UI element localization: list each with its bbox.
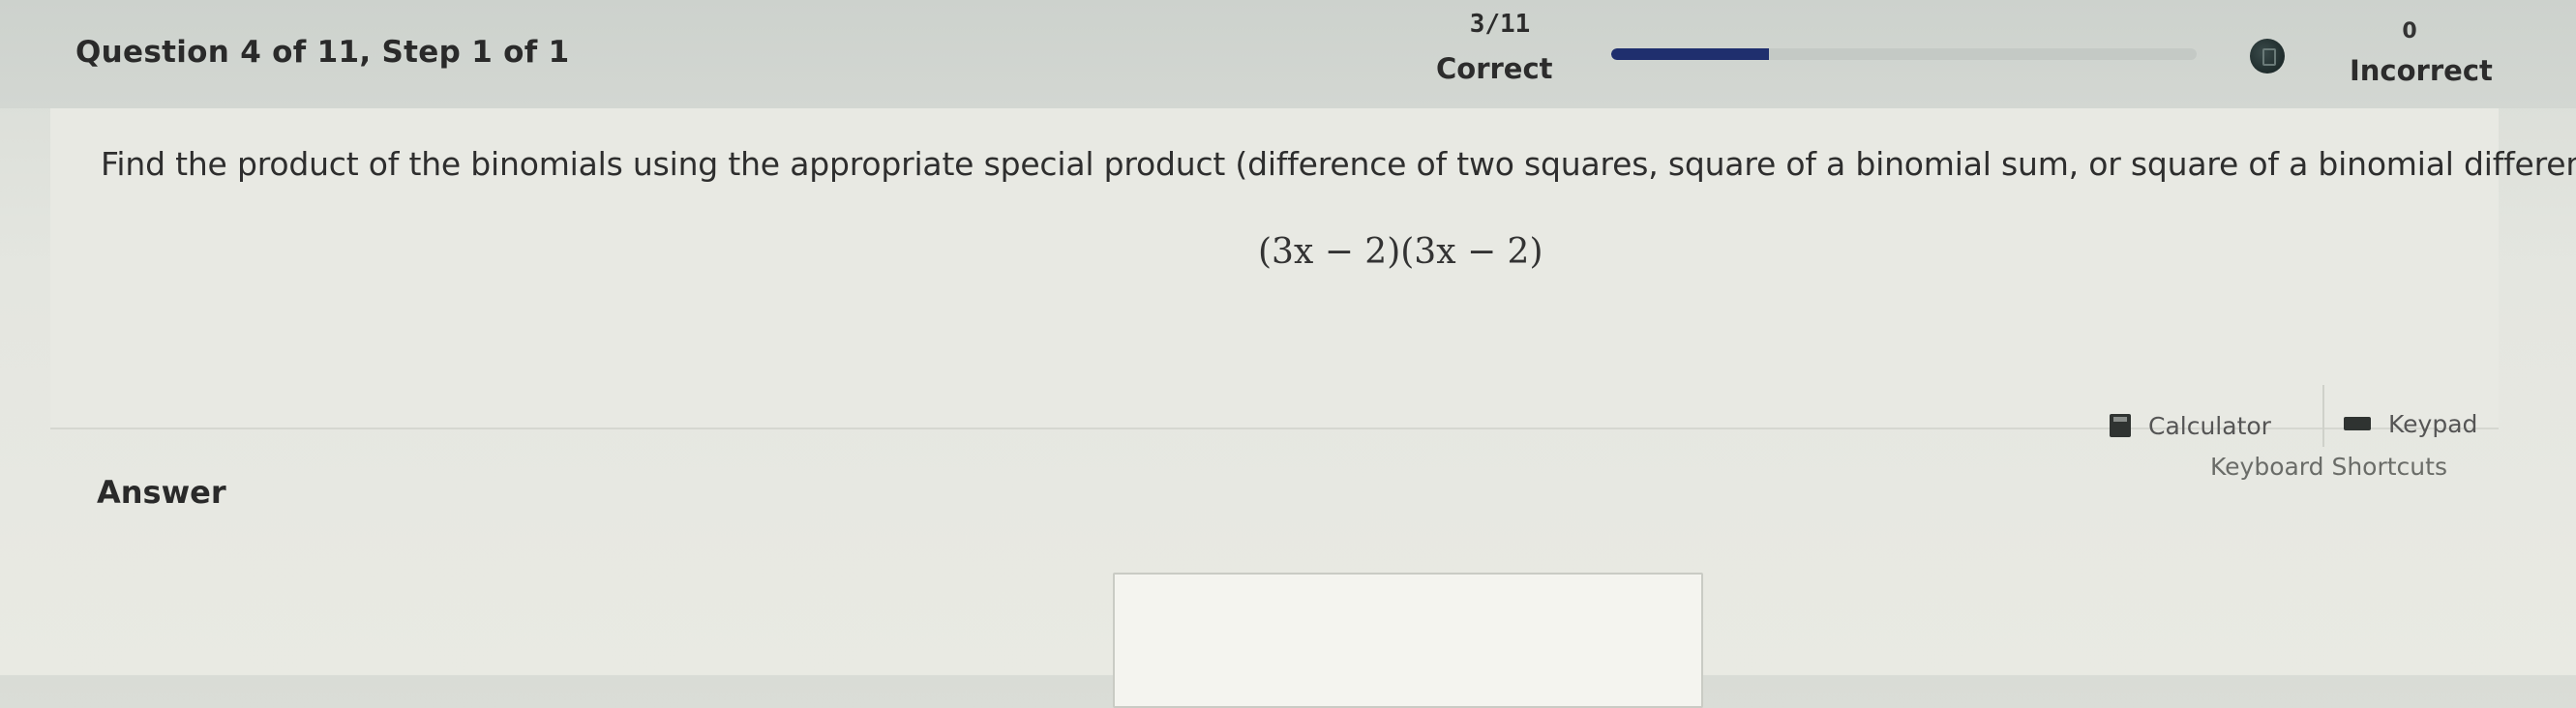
tool-separator [2322, 385, 2324, 447]
calculator-icon [2110, 414, 2131, 437]
incorrect-count: 0 [2402, 19, 2417, 44]
progress-bar-fill [1611, 48, 1770, 60]
keypad-icon [2344, 417, 2371, 430]
keyboard-shortcuts-link[interactable]: Keyboard Shortcuts [2210, 453, 2447, 481]
badge-icon [2250, 39, 2285, 74]
math-expression: (3x − 2)(3x − 2) [1258, 232, 1543, 272]
incorrect-label: Incorrect [2350, 54, 2493, 87]
correct-count: 3/11 [1469, 10, 1531, 39]
answer-label: Answer [97, 474, 226, 511]
keypad-button[interactable]: Keypad [2344, 404, 2477, 443]
progress-bar [1611, 48, 2197, 60]
calculator-button[interactable]: Calculator [2110, 406, 2271, 445]
calculator-label: Calculator [2148, 411, 2271, 440]
keypad-label: Keypad [2388, 409, 2478, 438]
question-prompt: Find the product of the binomials using … [101, 145, 2576, 183]
answer-input[interactable] [1113, 573, 1703, 708]
correct-label: Correct [1436, 52, 1553, 85]
question-label: Question 4 of 11, Step 1 of 1 [75, 35, 570, 70]
header-bar: Question 4 of 11, Step 1 of 1 3/11 Corre… [0, 0, 2576, 108]
